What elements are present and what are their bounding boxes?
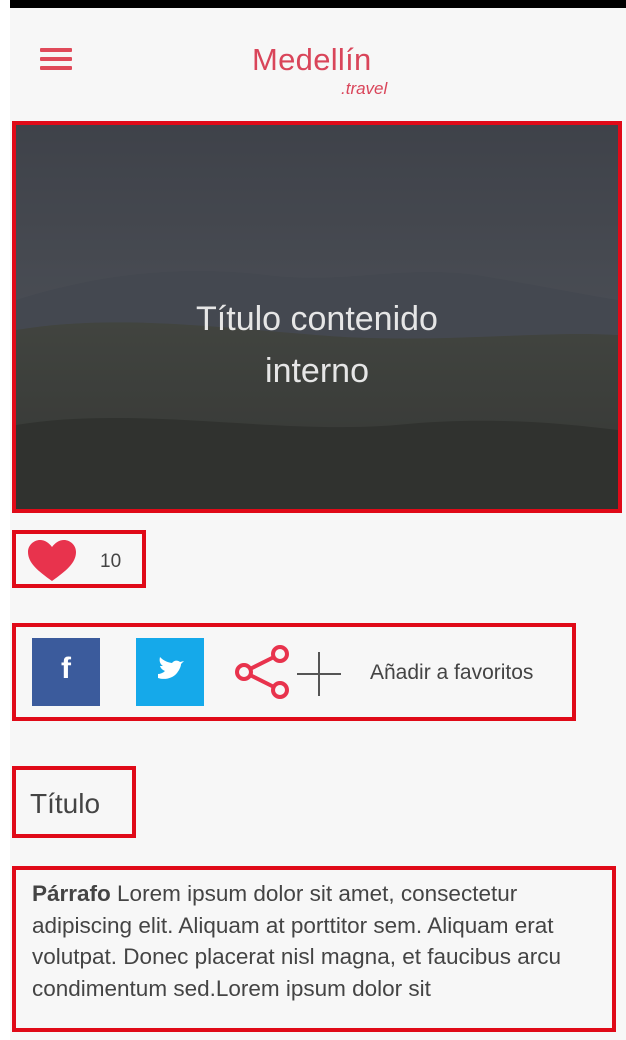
share-icon[interactable] [232, 644, 292, 700]
left-edge-strip [0, 0, 10, 1040]
likes-widget: 10 [12, 530, 146, 588]
plus-icon[interactable] [292, 647, 346, 701]
twitter-icon [158, 657, 184, 679]
content-title: Título [30, 788, 101, 819]
logo[interactable]: Medellín .travel [244, 36, 414, 100]
twitter-share-button[interactable] [136, 638, 204, 706]
top-status-strip [0, 0, 626, 8]
content-title-box: Título [12, 766, 136, 838]
facebook-share-button[interactable]: f [32, 638, 100, 706]
paragraph-box: Párrafo Lorem ipsum dolor sit amet, cons… [12, 866, 616, 1032]
logo-brand: Medellín [252, 42, 372, 77]
menu-icon[interactable] [40, 48, 72, 70]
paragraph-lead: Párrafo [32, 881, 111, 906]
add-favorites-link[interactable]: Añadir a favoritos [370, 661, 533, 685]
page: Medellín .travel Título contenido intern… [10, 8, 626, 1040]
hero-banner: Título contenido interno [12, 121, 622, 513]
like-count: 10 [100, 551, 122, 572]
menu-icon-bar [40, 66, 72, 70]
menu-icon-bar [40, 48, 72, 52]
heart-icon[interactable] [26, 539, 78, 583]
menu-icon-bar [40, 57, 72, 61]
paragraph-body: Lorem ipsum dolor sit amet, consectetur … [32, 881, 562, 1001]
paragraph: Párrafo Lorem ipsum dolor sit amet, cons… [32, 878, 592, 1004]
share-bar: f Añadir a favoritos [12, 623, 576, 721]
facebook-icon: f [61, 652, 71, 685]
hero-title: Título contenido interno [196, 300, 438, 390]
logo-suffix: .travel [341, 79, 388, 98]
